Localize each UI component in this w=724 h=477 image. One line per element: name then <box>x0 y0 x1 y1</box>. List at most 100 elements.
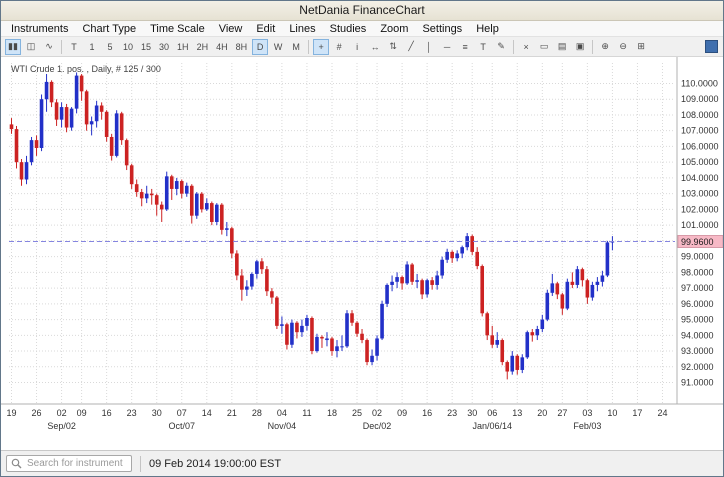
svg-text:26: 26 <box>32 408 42 418</box>
svg-text:101.0000: 101.0000 <box>681 220 719 230</box>
interval-weekly-button[interactable]: W <box>270 39 286 55</box>
x-axis-labels: 192602Sep/020916233007Oct/0714212804Nov/… <box>6 408 667 431</box>
svg-text:Oct/07: Oct/07 <box>169 421 196 431</box>
interval-30m-button[interactable]: 30 <box>156 39 172 55</box>
toolbar: ▮▮◫∿T151015301H2H4H8HDWM+#i↔⇅╱│─≡T✎×▭▤▣⊕… <box>1 37 723 57</box>
svg-text:09: 09 <box>397 408 407 418</box>
svg-text:Feb/03: Feb/03 <box>573 421 601 431</box>
svg-text:96.0000: 96.0000 <box>681 299 714 309</box>
window-title: NetDania FinanceChart <box>299 3 424 17</box>
menu-item-zoom[interactable]: Zoom <box>373 23 415 35</box>
interval-tick-button[interactable]: T <box>66 39 82 55</box>
scale-button[interactable]: ⇅ <box>385 39 401 55</box>
menu-item-instruments[interactable]: Instruments <box>4 23 75 35</box>
pencil-button[interactable]: ✎ <box>493 39 509 55</box>
svg-text:21: 21 <box>227 408 237 418</box>
search-input[interactable] <box>25 457 127 470</box>
svg-text:17: 17 <box>632 408 642 418</box>
pan-button[interactable]: ↔ <box>367 39 383 55</box>
svg-text:104.0000: 104.0000 <box>681 173 719 183</box>
svg-text:16: 16 <box>102 408 112 418</box>
price-marker: 99.9600 <box>678 236 723 248</box>
search-box[interactable] <box>6 455 132 472</box>
interval-5m-button[interactable]: 5 <box>102 39 118 55</box>
interval-10m-button[interactable]: 10 <box>120 39 136 55</box>
search-icon <box>11 458 22 469</box>
chart-canvas[interactable]: 91.000092.000093.000094.000095.000096.00… <box>1 57 723 450</box>
svg-text:20: 20 <box>537 408 547 418</box>
snapshot-button[interactable]: ▣ <box>572 39 588 55</box>
svg-text:91.0000: 91.0000 <box>681 378 714 388</box>
info-button[interactable]: i <box>349 39 365 55</box>
svg-text:14: 14 <box>202 408 212 418</box>
svg-text:23: 23 <box>447 408 457 418</box>
blue-panel-icon[interactable] <box>705 40 718 53</box>
svg-text:27: 27 <box>557 408 567 418</box>
interval-2h-button[interactable]: 2H <box>194 39 212 55</box>
svg-text:108.0000: 108.0000 <box>681 110 719 120</box>
delete-button[interactable]: × <box>518 39 534 55</box>
svg-text:Nov/04: Nov/04 <box>268 421 297 431</box>
menu-item-chart-type[interactable]: Chart Type <box>75 23 143 35</box>
axis-lines <box>1 57 723 404</box>
line-style-button[interactable]: ∿ <box>41 39 57 55</box>
toolbar-separator <box>308 40 309 54</box>
app-window: NetDania FinanceChart InstrumentsChart T… <box>0 0 724 477</box>
menu-item-help[interactable]: Help <box>469 23 506 35</box>
menu-item-time-scale[interactable]: Time Scale <box>143 23 212 35</box>
svg-text:16: 16 <box>422 408 432 418</box>
svg-text:24: 24 <box>657 408 667 418</box>
pause-button[interactable]: ▮▮ <box>5 39 21 55</box>
zoom-reset-button[interactable]: ⊞ <box>633 39 649 55</box>
menubar: InstrumentsChart TypeTime ScaleViewEditL… <box>1 21 723 37</box>
chart-area: 91.000092.000093.000094.000095.000096.00… <box>1 57 723 450</box>
svg-text:Jan/06/14: Jan/06/14 <box>472 421 512 431</box>
interval-1h-button[interactable]: 1H <box>174 39 192 55</box>
fibonacci-button[interactable]: ≡ <box>457 39 473 55</box>
svg-text:98.0000: 98.0000 <box>681 267 714 277</box>
interval-4h-button[interactable]: 4H <box>213 39 231 55</box>
svg-text:30: 30 <box>467 408 477 418</box>
svg-text:02: 02 <box>372 408 382 418</box>
menu-item-studies[interactable]: Studies <box>323 23 374 35</box>
svg-text:110.0000: 110.0000 <box>681 78 718 88</box>
vertical-line-button[interactable]: │ <box>421 39 437 55</box>
toolbar-separator <box>513 40 514 54</box>
instrument-label: WTI Crude 1. pos. , Daily, # 125 / 300 <box>11 64 161 74</box>
svg-text:11: 11 <box>302 408 311 418</box>
menu-item-view[interactable]: View <box>212 23 250 35</box>
svg-text:106.0000: 106.0000 <box>681 141 719 151</box>
interval-monthly-button[interactable]: M <box>288 39 304 55</box>
svg-text:28: 28 <box>252 408 262 418</box>
svg-text:95.0000: 95.0000 <box>681 315 714 325</box>
print-button[interactable]: ▤ <box>554 39 570 55</box>
interval-8h-button[interactable]: 8H <box>233 39 251 55</box>
svg-text:102.0000: 102.0000 <box>681 204 719 214</box>
interval-daily-button[interactable]: D <box>252 39 268 55</box>
candlestick-style-button[interactable]: ◫ <box>23 39 39 55</box>
eraser-button[interactable]: ▭ <box>536 39 552 55</box>
menu-item-lines[interactable]: Lines <box>282 23 322 35</box>
grid-button[interactable]: # <box>331 39 347 55</box>
candles-layer <box>10 72 615 379</box>
svg-text:Sep/02: Sep/02 <box>47 421 76 431</box>
titlebar[interactable]: NetDania FinanceChart <box>1 1 723 21</box>
svg-text:03: 03 <box>582 408 592 418</box>
svg-text:02: 02 <box>57 408 67 418</box>
zoom-out-button[interactable]: ⊖ <box>615 39 631 55</box>
svg-text:19: 19 <box>6 408 16 418</box>
grid-layer <box>9 63 675 403</box>
svg-text:07: 07 <box>177 408 187 418</box>
zoom-in-button[interactable]: ⊕ <box>597 39 613 55</box>
interval-15m-button[interactable]: 15 <box>138 39 154 55</box>
svg-text:99.9600: 99.9600 <box>681 237 714 247</box>
menu-item-edit[interactable]: Edit <box>249 23 282 35</box>
menu-item-settings[interactable]: Settings <box>415 23 469 35</box>
crosshair-button[interactable]: + <box>313 39 329 55</box>
trend-line-button[interactable]: ╱ <box>403 39 419 55</box>
svg-text:30: 30 <box>152 408 162 418</box>
text-tool-button[interactable]: T <box>475 39 491 55</box>
interval-1m-button[interactable]: 1 <box>84 39 100 55</box>
svg-text:107.0000: 107.0000 <box>681 126 719 136</box>
horizontal-line-button[interactable]: ─ <box>439 39 455 55</box>
